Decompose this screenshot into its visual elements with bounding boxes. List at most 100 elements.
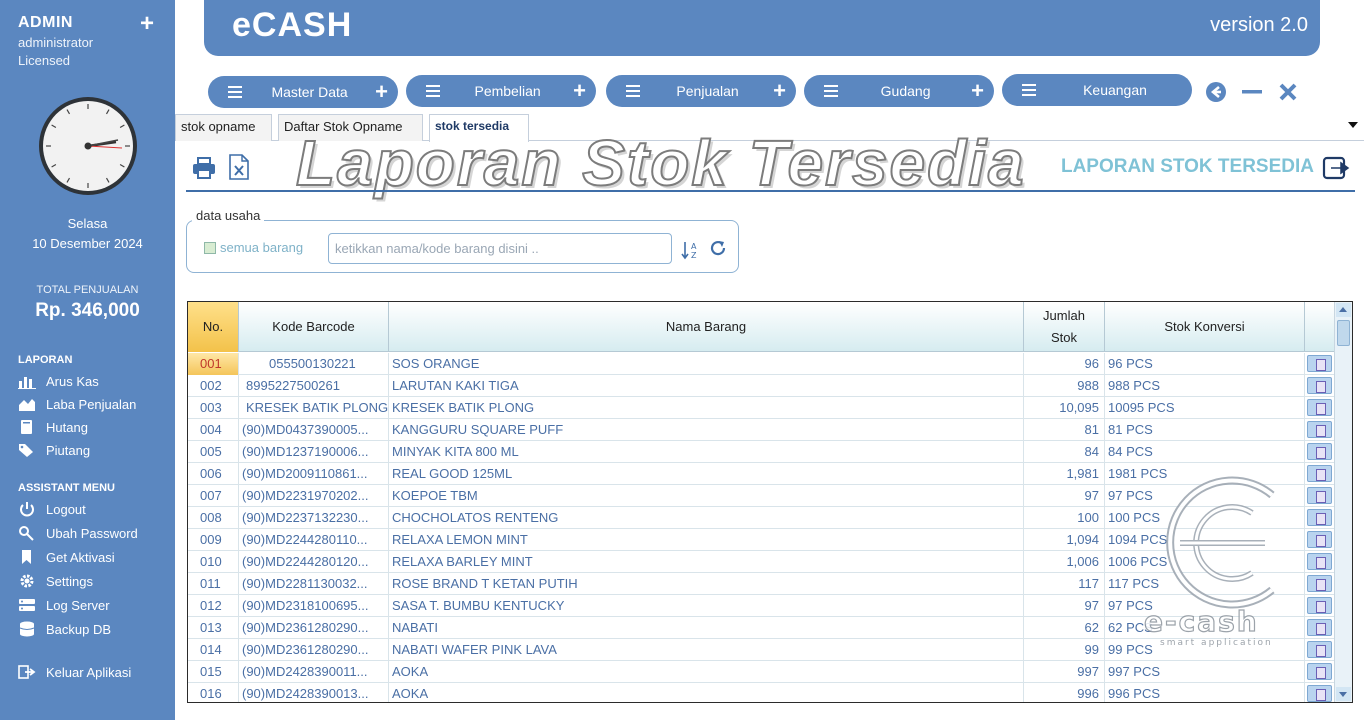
table-row[interactable]: 010 (90)MD2244280120... RELAXA BARLEY MINT… (188, 551, 1334, 573)
cell-action (1305, 617, 1334, 639)
table-row[interactable]: 012 (90)MD2318100695... SASA T. BUMBU KENT… (188, 595, 1334, 617)
cell-no: 010 (188, 551, 239, 573)
plus-icon[interactable]: + (140, 12, 154, 36)
menu-gudang[interactable]: Gudang + (804, 75, 994, 107)
scroll-up-icon[interactable] (1336, 303, 1351, 317)
cell-action (1305, 507, 1334, 529)
plus-icon: + (971, 78, 984, 103)
clipboard-icon[interactable] (1307, 531, 1332, 548)
table-row[interactable]: 003 KRESEK BATIK PLONG KRESEK BATIK PLONG 1… (188, 397, 1334, 419)
table-row[interactable]: 006 (90)MD2009110861... REAL GOOD 125ML 1,9… (188, 463, 1334, 485)
scroll-thumb[interactable] (1337, 320, 1350, 346)
column-header-stok-konversi[interactable]: Stok Konversi (1105, 302, 1305, 352)
menu-pembelian[interactable]: Pembelian + (406, 75, 596, 107)
table-row[interactable]: 013 (90)MD2361280290... NABATI 62 62 PCS (188, 617, 1334, 639)
sidebar-item-log-server[interactable]: Log Server (18, 596, 110, 614)
excel-export-icon[interactable] (228, 154, 250, 180)
sidebar-item-keluar-aplikasi[interactable]: Keluar Aplikasi (18, 663, 131, 681)
column-header-kode-barcode[interactable]: Kode Barcode (239, 302, 389, 352)
table-row[interactable]: 001 055500130221 SOS ORANGE 96 96 PCS (188, 353, 1334, 375)
cell-no: 009 (188, 529, 239, 551)
cell-jumlah-stok: 99 (1024, 639, 1105, 661)
license-status: Licensed (18, 53, 71, 68)
back-arrow-icon[interactable] (1204, 80, 1228, 104)
close-icon[interactable] (1276, 80, 1300, 104)
clipboard-icon[interactable] (1307, 487, 1332, 504)
semua-barang-checkbox[interactable]: semua barang (204, 240, 303, 255)
clipboard-icon[interactable] (1307, 575, 1332, 592)
sidebar-item-logout[interactable]: Logout (18, 500, 86, 518)
stock-table: No. Kode Barcode Nama Barang Jumlah Stok… (187, 301, 1353, 703)
clipboard-icon[interactable] (1307, 355, 1332, 372)
sidebar-item-hutang[interactable]: Hutang (18, 418, 88, 436)
user-name: ADMIN (18, 14, 73, 31)
sort-az-icon[interactable]: A Z (680, 240, 700, 260)
clipboard-icon[interactable] (1307, 619, 1332, 636)
sidebar-item-settings[interactable]: Settings (18, 572, 93, 590)
sidebar: ADMIN administrator Licensed + Selasa 10… (0, 0, 175, 720)
cell-kode-barcode: (90)MD2244280120... (239, 551, 389, 573)
clipboard-icon[interactable] (1307, 509, 1332, 526)
table-row[interactable]: 011 (90)MD2281130032... ROSE BRAND T KETAN… (188, 573, 1334, 595)
cell-no: 008 (188, 507, 239, 529)
sidebar-item-backup-db[interactable]: Backup DB (18, 620, 111, 638)
checkbox-label: semua barang (220, 240, 304, 255)
clipboard-icon[interactable] (1307, 377, 1332, 394)
column-header-jumlah-stok[interactable]: Jumlah Stok (1024, 302, 1105, 352)
cell-action (1305, 441, 1334, 463)
clipboard-icon[interactable] (1307, 465, 1332, 482)
table-row[interactable]: 015 (90)MD2428390011... AOKA 997 997 PCS (188, 661, 1334, 683)
table-row[interactable]: 005 (90)MD1237190006... MINYAK KITA 800 ML… (188, 441, 1334, 463)
menu-icon (1022, 84, 1038, 96)
cell-nama-barang: LARUTAN KAKI TIGA (389, 375, 1024, 397)
clipboard-icon[interactable] (1307, 641, 1332, 658)
clipboard-icon[interactable] (1307, 399, 1332, 416)
clipboard-icon[interactable] (1307, 443, 1332, 460)
cell-no: 006 (188, 463, 239, 485)
cell-no: 011 (188, 573, 239, 595)
clipboard-icon[interactable] (1307, 663, 1332, 680)
sidebar-item-laba-penjualan[interactable]: Laba Penjualan (18, 395, 136, 413)
sidebar-item-label: Log Server (46, 597, 110, 613)
cell-stok-konversi: 117 PCS (1105, 573, 1305, 595)
clipboard-icon[interactable] (1307, 685, 1332, 702)
chevron-down-icon[interactable] (1348, 122, 1358, 128)
tab-stok-opname[interactable]: stok opname (175, 114, 272, 141)
user-panel: ADMIN administrator Licensed (18, 14, 93, 68)
table-row[interactable]: 004 (90)MD0437390005... KANGGURU SQUARE PU… (188, 419, 1334, 441)
cell-kode-barcode: 8995227500261 (239, 375, 389, 397)
table-row[interactable]: 009 (90)MD2244280110... RELAXA LEMON MINT 1… (188, 529, 1334, 551)
menu-keuangan[interactable]: Keuangan (1002, 74, 1192, 106)
clipboard-icon[interactable] (1307, 597, 1332, 614)
sidebar-item-ubah-password[interactable]: Ubah Password (18, 524, 138, 542)
table-row[interactable]: 014 (90)MD2361280290... NABATI WAFER PINK … (188, 639, 1334, 661)
menu-penjualan[interactable]: Penjualan + (606, 75, 796, 107)
cell-action (1305, 353, 1334, 375)
sidebar-item-label: Logout (46, 501, 86, 517)
column-header-nama-barang[interactable]: Nama Barang (389, 302, 1024, 352)
scroll-down-icon[interactable] (1336, 687, 1351, 701)
sidebar-item-arus-kas[interactable]: Arus Kas (18, 372, 99, 390)
column-header-no[interactable]: No. (188, 302, 239, 352)
table-row[interactable]: 008 (90)MD2237132230... CHOCHOLATOS RENTEN… (188, 507, 1334, 529)
sidebar-item-piutang[interactable]: Piutang (18, 441, 90, 459)
table-row[interactable]: 016 (90)MD2428390013... AOKA 996 996 PCS (188, 683, 1334, 702)
menu-master-data[interactable]: Master Data + (208, 76, 398, 108)
clipboard-icon[interactable] (1307, 421, 1332, 438)
cell-action (1305, 639, 1334, 661)
exit-icon[interactable] (1322, 154, 1350, 182)
version-label: version 2.0 (1210, 14, 1308, 36)
table-row[interactable]: 007 (90)MD2231970202... KOEPOE TBM 97 97 PCS (188, 485, 1334, 507)
refresh-icon[interactable] (709, 239, 727, 257)
cell-stok-konversi: 97 PCS (1105, 595, 1305, 617)
vertical-scrollbar[interactable] (1334, 302, 1352, 702)
minimize-icon[interactable] (1240, 80, 1264, 104)
table-row[interactable]: 002 8995227500261 LARUTAN KAKI TIGA 988 988 … (188, 375, 1334, 397)
sidebar-item-get-aktivasi[interactable]: Get Aktivasi (18, 548, 115, 566)
search-input[interactable] (328, 233, 672, 264)
print-icon[interactable] (192, 156, 216, 180)
clipboard-icon[interactable] (1307, 553, 1332, 570)
cell-jumlah-stok: 84 (1024, 441, 1105, 463)
cell-jumlah-stok: 117 (1024, 573, 1105, 595)
cell-jumlah-stok: 997 (1024, 661, 1105, 683)
